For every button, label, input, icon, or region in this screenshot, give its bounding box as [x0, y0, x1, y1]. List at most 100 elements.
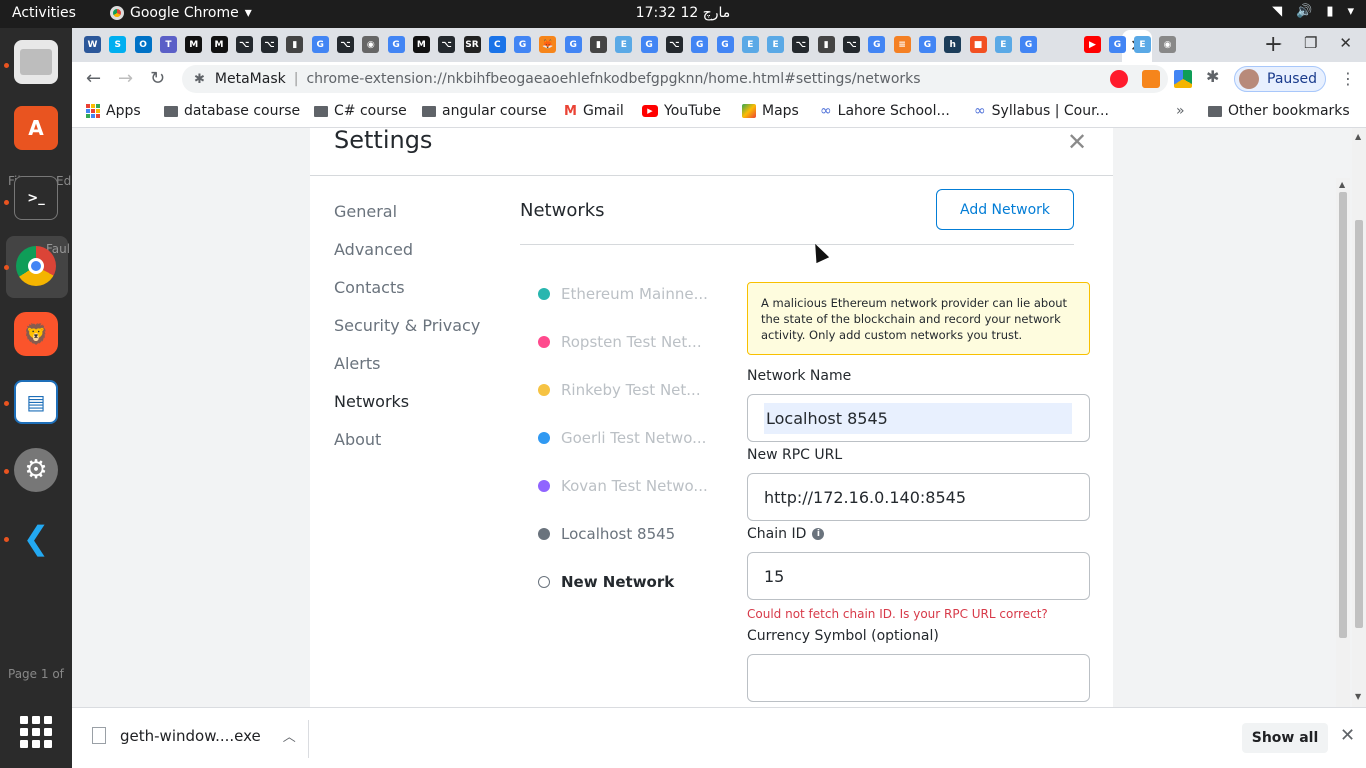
settings-nav-networks[interactable]: Networks	[334, 392, 409, 411]
address-bar[interactable]: ✱ MetaMask | chrome-extension://nkbihfbe…	[182, 65, 1168, 93]
settings-nav-alerts[interactable]: Alerts	[334, 354, 380, 373]
bookmark-folder[interactable]: C# course	[314, 103, 407, 119]
settings-nav-general[interactable]: General	[334, 202, 397, 221]
files-icon[interactable]	[14, 40, 58, 84]
download-item[interactable]: geth-window....exe ︿	[92, 726, 296, 745]
bookmark-apps[interactable]: Apps	[86, 103, 141, 119]
network-item-new-network[interactable]: New Network	[538, 573, 674, 591]
tab-favicon-icon[interactable]: E	[1134, 36, 1151, 53]
tab-favicon-icon[interactable]: G	[918, 36, 936, 53]
maximize-icon[interactable]: ❐	[1304, 34, 1317, 52]
writer-icon[interactable]: ▤	[14, 380, 58, 424]
tab-favicon-icon[interactable]: G	[1109, 36, 1126, 53]
settings-gear-icon[interactable]: ⚙	[14, 448, 58, 492]
tab-favicon-icon[interactable]: E	[741, 36, 759, 53]
tab-favicon-icon[interactable]: S	[109, 36, 127, 53]
tab-favicon-icon[interactable]: E	[615, 36, 633, 53]
tab-favicon-icon[interactable]: G	[387, 36, 405, 53]
reload-icon[interactable]: ↻	[150, 68, 165, 89]
opera-icon[interactable]	[1110, 70, 1128, 88]
tab-favicon-icon[interactable]: ▮	[817, 36, 835, 53]
chevron-up-icon[interactable]: ︿	[283, 726, 296, 745]
tab-favicon-icon[interactable]: M	[210, 36, 228, 53]
minimize-icon[interactable]: —	[1267, 34, 1282, 52]
google-drive-icon[interactable]	[1174, 70, 1192, 88]
tab-favicon-icon[interactable]: ⌥	[235, 36, 253, 53]
software-icon[interactable]: A	[14, 106, 58, 150]
bookmarks-overflow-icon[interactable]: »	[1176, 103, 1185, 119]
tab-favicon-icon[interactable]: ◉	[362, 36, 380, 53]
tab-favicon-icon[interactable]: G	[691, 36, 709, 53]
show-all-button[interactable]: Show all	[1242, 723, 1328, 753]
bookmark-folder[interactable]: angular course	[422, 103, 547, 119]
add-network-button[interactable]: Add Network	[936, 189, 1074, 230]
rpc-url-input[interactable]: http://172.16.0.140:8545	[747, 473, 1090, 521]
scrollbar-thumb[interactable]	[1339, 192, 1347, 638]
other-bookmarks[interactable]: Other bookmarks	[1208, 103, 1350, 119]
tab-favicon-icon[interactable]: E	[767, 36, 785, 53]
tab-favicon-icon[interactable]: G	[716, 36, 734, 53]
currency-symbol-input[interactable]	[747, 654, 1090, 702]
tab-favicon-icon[interactable]: ⌥	[438, 36, 456, 53]
terminal-icon[interactable]: >_	[14, 176, 58, 220]
tab-favicon-icon[interactable]: T	[159, 36, 177, 53]
brave-icon[interactable]: 🦁	[14, 312, 58, 356]
settings-nav-about[interactable]: About	[334, 430, 381, 449]
network-item-rinkeby[interactable]: Rinkeby Test Net...	[538, 381, 701, 399]
tab-favicon-icon[interactable]: G	[311, 36, 329, 53]
scroll-down-icon[interactable]: ▼	[1355, 692, 1361, 701]
tab-favicon-icon[interactable]: ⌥	[843, 36, 860, 53]
scroll-up-icon[interactable]: ▲	[1339, 180, 1345, 189]
extensions-puzzle-icon[interactable]: ✱	[1206, 67, 1224, 86]
vscode-icon[interactable]: ❮	[14, 516, 58, 560]
tab-favicon-icon[interactable]: ▮	[286, 36, 304, 53]
scroll-up-icon[interactable]: ▲	[1355, 132, 1361, 141]
system-tray[interactable]: ◥ 🔊 ▮ ▾	[1272, 4, 1354, 19]
info-icon[interactable]: i	[812, 528, 825, 540]
network-item-ethereum-mainnet[interactable]: Ethereum Mainne...	[538, 285, 708, 303]
tab-favicon-icon[interactable]: W	[84, 36, 101, 53]
bookmark-link[interactable]: Maps	[742, 103, 799, 119]
tab-favicon-icon[interactable]: G	[564, 36, 582, 53]
tab-favicon-icon[interactable]: SR	[463, 36, 481, 53]
tab-favicon-icon[interactable]: M	[185, 36, 203, 53]
tab-favicon-icon[interactable]: 🦊	[539, 36, 557, 53]
bookmark-link[interactable]: ∞ Lahore School...	[820, 103, 950, 119]
menu-kebab-icon[interactable]: ⋮	[1340, 69, 1356, 88]
chain-id-input[interactable]: 15	[747, 552, 1090, 600]
tab-favicon-icon[interactable]: ⌥	[792, 36, 810, 53]
profile-button[interactable]: Paused	[1234, 66, 1326, 92]
tab-favicon-icon[interactable]: O	[134, 36, 152, 53]
back-arrow-icon[interactable]: ←	[86, 68, 101, 89]
network-item-ropsten[interactable]: Ropsten Test Net...	[538, 333, 702, 351]
page-scrollbar[interactable]: ▲ ▼	[1352, 128, 1366, 707]
network-item-localhost[interactable]: Localhost 8545	[538, 525, 675, 543]
show-applications-icon[interactable]	[20, 716, 52, 748]
tab-favicon-icon[interactable]: G	[640, 36, 658, 53]
panel-scrollbar[interactable]: ▲	[1336, 178, 1350, 707]
settings-nav-security-privacy[interactable]: Security & Privacy	[334, 316, 480, 335]
network-item-goerli[interactable]: Goerli Test Netwo...	[538, 429, 706, 447]
tab-favicon-icon[interactable]: ⌥	[665, 36, 683, 53]
chrome-icon[interactable]	[14, 244, 58, 288]
tab-favicon-icon[interactable]: ⌥	[337, 36, 354, 53]
bookmark-link[interactable]: ▶ YouTube	[642, 103, 721, 119]
tab-favicon-icon[interactable]: ⌥	[261, 36, 279, 53]
network-name-input[interactable]: Localhost 8545	[747, 394, 1090, 442]
bookmark-link[interactable]: ∞ Syllabus | Cour...	[974, 103, 1109, 119]
close-icon[interactable]: ✕	[1067, 128, 1087, 156]
settings-nav-contacts[interactable]: Contacts	[334, 278, 405, 297]
tab-favicon-icon[interactable]: G	[514, 36, 532, 53]
tab-favicon-icon[interactable]: G	[868, 36, 886, 53]
tab-favicon-icon[interactable]: ≡	[893, 36, 911, 53]
network-item-kovan[interactable]: Kovan Test Netwo...	[538, 477, 708, 495]
tab-favicon-icon[interactable]: C	[488, 36, 506, 53]
tab-favicon-icon[interactable]: ■	[969, 36, 987, 53]
clock[interactable]: 17:32 مارچ 12	[0, 5, 1366, 21]
tab-favicon-icon[interactable]: ◉	[1159, 36, 1176, 53]
tab-favicon-icon[interactable]: G	[1020, 36, 1038, 53]
settings-nav-advanced[interactable]: Advanced	[334, 240, 413, 259]
tab-favicon-icon[interactable]: ▶	[1084, 36, 1101, 53]
tab-favicon-icon[interactable]: ▮	[590, 36, 607, 53]
tab-favicon-icon[interactable]: h	[944, 36, 962, 53]
